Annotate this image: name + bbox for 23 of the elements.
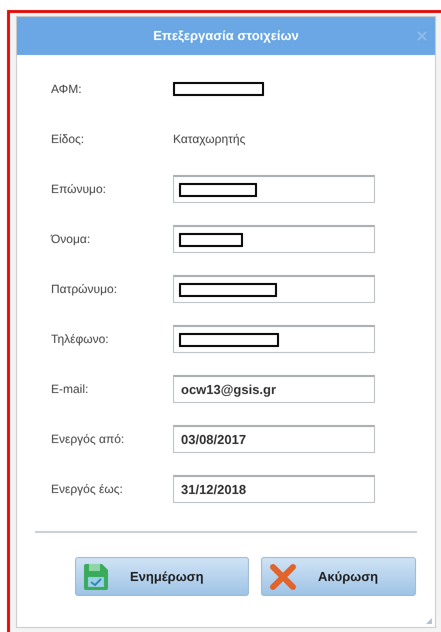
input-field[interactable]: ocw13@gsis.gr (173, 375, 375, 403)
field-label: Είδος: (51, 131, 86, 148)
field-label: Επώνυμο: (51, 181, 107, 198)
redaction-box (179, 232, 243, 246)
dialog-title: Επεξεργασία στοιχείων (153, 27, 299, 46)
input-field[interactable] (173, 275, 375, 303)
field-label: ΑΦΜ: (51, 81, 83, 98)
input-field[interactable] (173, 225, 375, 253)
field-label: Όνομα: (51, 231, 92, 248)
input-field[interactable]: 31/12/2018 (173, 475, 375, 503)
field-label: Πατρώνυμο: (51, 281, 118, 298)
input-field[interactable] (173, 325, 375, 353)
update-button[interactable]: Ενημέρωση (75, 557, 249, 596)
field-label: Ενεργός από: (51, 431, 126, 448)
resize-grip-icon[interactable] (426, 618, 432, 624)
input-field[interactable]: 03/08/2017 (173, 425, 375, 453)
input-field[interactable] (173, 175, 375, 203)
field-label: Ενεργός έως: (51, 481, 124, 498)
field-label: E-mail: (51, 381, 90, 398)
field-label: Τηλέφωνο: (51, 331, 110, 348)
cross-icon (270, 564, 296, 590)
cancel-button[interactable]: Ακύρωση (261, 557, 416, 596)
field-value: Καταχωρητής (173, 131, 246, 148)
